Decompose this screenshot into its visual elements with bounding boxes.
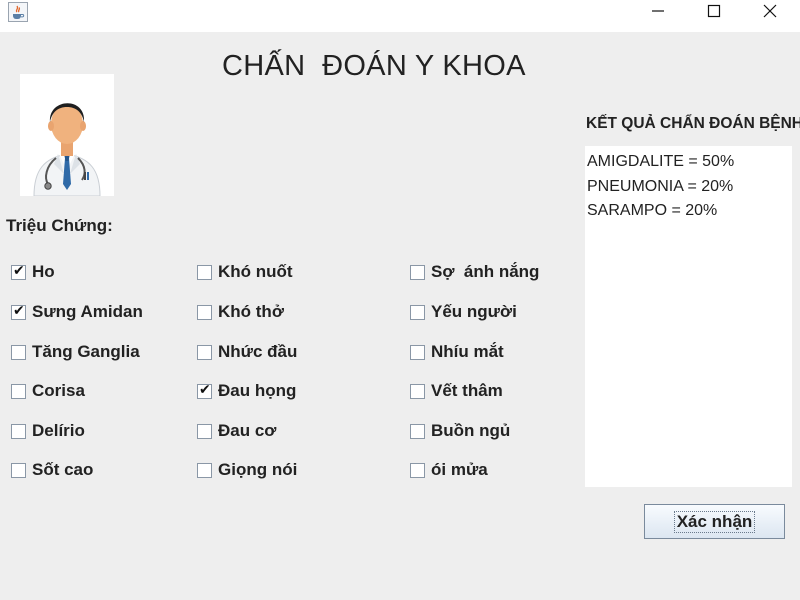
symptom-label: Giọng nói bbox=[218, 460, 298, 479]
checkbox-box[interactable]: ✔ bbox=[11, 302, 26, 320]
symptom-checkbox[interactable]: Giọng nói bbox=[197, 458, 297, 482]
checkbox-box[interactable] bbox=[197, 344, 212, 360]
symptom-label: Corisa bbox=[32, 381, 85, 400]
checkbox-box[interactable]: ✔ bbox=[11, 262, 26, 280]
symptom-checkbox[interactable]: Yếu người bbox=[410, 300, 517, 324]
symptom-checkbox[interactable]: Khó nuốt bbox=[197, 260, 293, 284]
symptom-label: Sợ ánh nắng bbox=[431, 262, 540, 281]
java-cup-icon bbox=[8, 2, 28, 22]
minimize-icon bbox=[652, 10, 664, 12]
results-label: KẾT QUẢ CHẨN ĐOÁN BỆNH bbox=[586, 115, 800, 132]
checkbox-box[interactable] bbox=[11, 344, 26, 360]
symptom-label: Vết thâm bbox=[431, 381, 503, 400]
symptom-checkbox[interactable]: Nhíu mắt bbox=[410, 340, 504, 364]
symptom-checkbox[interactable]: Vết thâm bbox=[410, 379, 503, 403]
page-title: CHẤN ĐOÁN Y KHOA bbox=[222, 50, 526, 82]
checkbox-box[interactable] bbox=[11, 423, 26, 439]
symptom-label: Buồn ngủ bbox=[431, 421, 511, 440]
check-mark-icon: ✔ bbox=[13, 262, 25, 279]
confirm-button[interactable]: Xác nhận bbox=[644, 504, 785, 539]
symptom-label: ói mửa bbox=[431, 460, 488, 479]
symptom-checkbox[interactable]: Đau cơ bbox=[197, 419, 276, 443]
checkbox-box[interactable] bbox=[11, 462, 26, 478]
symptom-checkbox[interactable]: ✔ Ho bbox=[11, 260, 55, 284]
check-mark-icon: ✔ bbox=[13, 302, 25, 319]
window-titlebar bbox=[0, 0, 800, 32]
symptom-label: Ho bbox=[32, 262, 55, 281]
symptom-label: Khó nuốt bbox=[218, 262, 293, 281]
result-line: PNEUMONIA = 20% bbox=[587, 177, 734, 195]
symptom-checkbox[interactable]: Buồn ngủ bbox=[410, 419, 510, 443]
symptom-checkbox[interactable]: ói mửa bbox=[410, 458, 488, 482]
symptom-label: Yếu người bbox=[431, 302, 517, 321]
symptom-checkbox[interactable]: ✔ Đau họng bbox=[197, 379, 296, 403]
symptom-label: Delírio bbox=[32, 421, 85, 440]
result-line: AMIGDALITE = 50% bbox=[587, 153, 735, 170]
checkbox-box[interactable] bbox=[197, 462, 212, 478]
symptom-label: Sưng Amidan bbox=[32, 302, 143, 321]
minimize-button[interactable] bbox=[634, 0, 682, 22]
symptom-label: Khó thở bbox=[218, 302, 284, 321]
symptom-label: Nhíu mắt bbox=[431, 342, 504, 361]
symptom-label: Nhức đầu bbox=[218, 342, 298, 361]
maximize-icon bbox=[707, 4, 721, 18]
symptom-checkbox[interactable]: Sợ ánh nắng bbox=[410, 260, 539, 284]
symptom-label: Đau họng bbox=[218, 381, 297, 400]
confirm-button-label: Xác nhận bbox=[673, 510, 756, 533]
close-button[interactable] bbox=[746, 0, 794, 22]
symptom-checkbox[interactable]: ✔ Sưng Amidan bbox=[11, 300, 143, 324]
symptom-label: Tăng Ganglia bbox=[32, 342, 140, 361]
symptom-checkbox[interactable]: Tăng Ganglia bbox=[11, 340, 140, 364]
symptom-label: Đau cơ bbox=[218, 421, 277, 440]
maximize-button[interactable] bbox=[690, 0, 738, 22]
checkbox-box[interactable] bbox=[410, 383, 425, 399]
checkbox-box[interactable] bbox=[197, 423, 212, 439]
checkbox-box[interactable] bbox=[410, 423, 425, 439]
checkbox-box[interactable] bbox=[11, 383, 26, 399]
symptom-checkbox[interactable]: Khó thở bbox=[197, 300, 284, 324]
symptom-checkbox[interactable]: Delírio bbox=[11, 419, 85, 443]
checkbox-box[interactable] bbox=[410, 344, 425, 360]
symptom-checkbox[interactable]: Corisa bbox=[11, 379, 85, 403]
symptom-checkbox[interactable]: Nhức đầu bbox=[197, 340, 297, 364]
checkbox-box[interactable] bbox=[197, 304, 212, 320]
symptoms-label: Triệu Chứng: bbox=[6, 216, 113, 235]
result-line: SARAMPO = 20% bbox=[587, 202, 718, 219]
results-textarea[interactable]: AMIGDALITE = 50% PNEUMONIA = 20% SARAMPO… bbox=[585, 146, 792, 487]
checkbox-box[interactable] bbox=[197, 264, 212, 280]
checkbox-box[interactable] bbox=[410, 264, 425, 280]
symptom-label: Sốt cao bbox=[32, 460, 94, 479]
symptom-checkbox[interactable]: Sốt cao bbox=[11, 458, 93, 482]
checkbox-box[interactable]: ✔ bbox=[197, 381, 212, 399]
checkbox-box[interactable] bbox=[410, 462, 425, 478]
checkbox-box[interactable] bbox=[410, 304, 425, 320]
check-mark-icon: ✔ bbox=[199, 381, 211, 398]
close-icon bbox=[763, 4, 777, 18]
doctor-avatar-icon bbox=[20, 74, 114, 197]
